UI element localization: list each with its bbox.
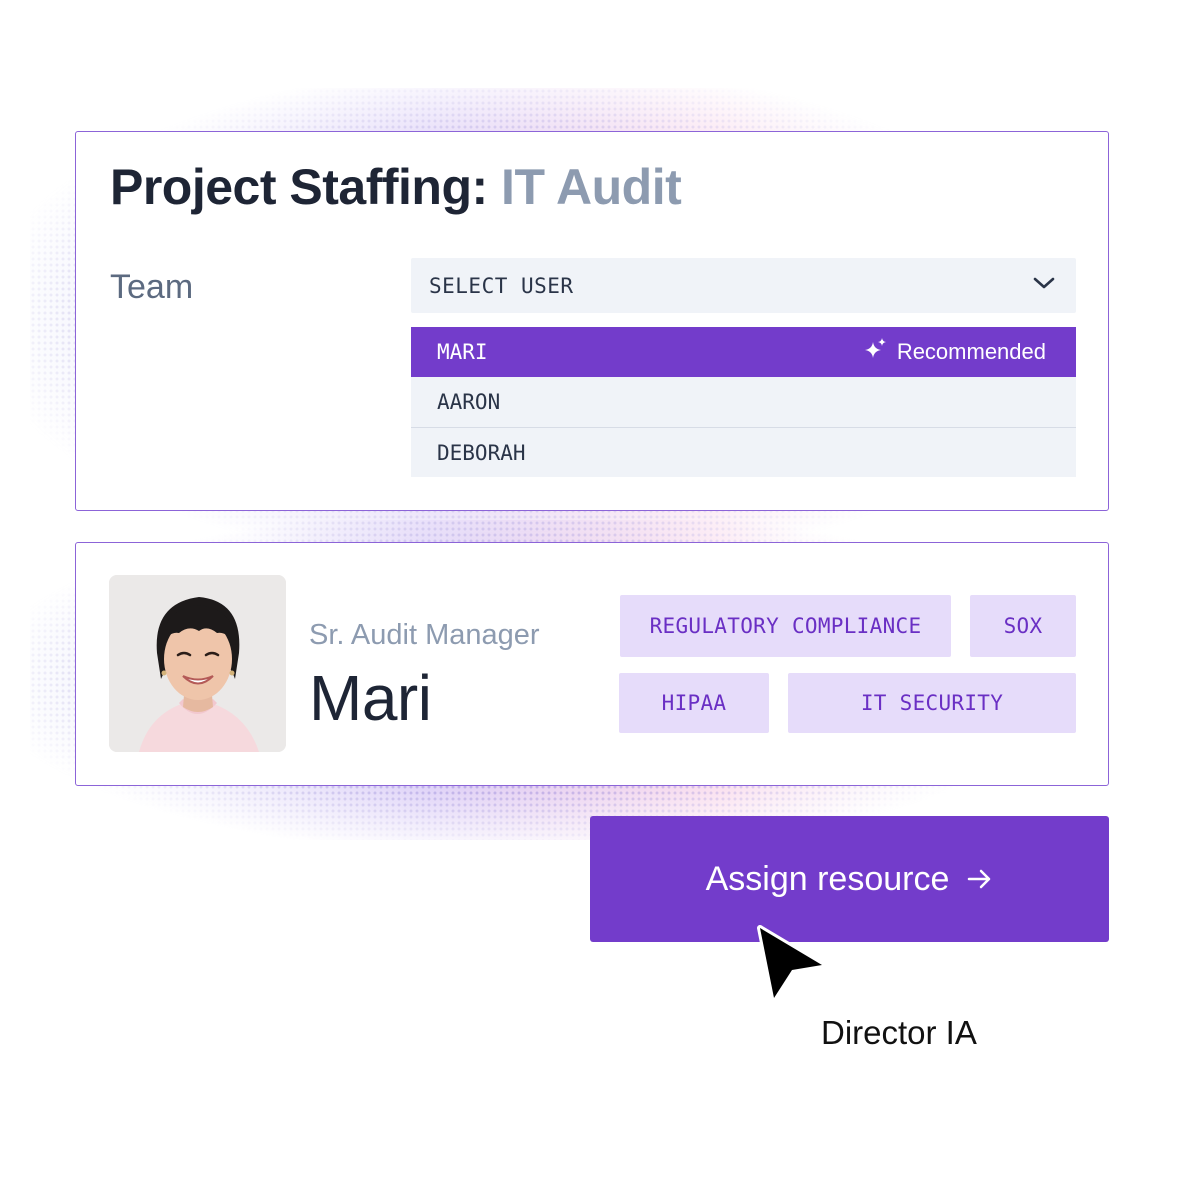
skill-tag: REGULATORY COMPLIANCE bbox=[620, 595, 951, 657]
user-name: Mari bbox=[309, 662, 432, 734]
recommended-label: Recommended bbox=[896, 339, 1046, 364]
skill-tag: SOX bbox=[970, 595, 1076, 657]
select-user-dropdown[interactable]: SELECT USER bbox=[411, 258, 1076, 313]
page-title: Project Staffing: IT Audit bbox=[110, 158, 682, 216]
project-staffing-card: Project Staffing: IT Audit Team SELECT U… bbox=[75, 131, 1109, 511]
option-label: DEBORAH bbox=[437, 440, 526, 465]
arrow-right-icon bbox=[967, 860, 993, 899]
user-options-list: MARI Recommended AARON DEBORAH bbox=[411, 327, 1076, 477]
user-role: Sr. Audit Manager bbox=[309, 619, 540, 651]
cursor-icon bbox=[752, 920, 832, 1006]
chevron-down-icon bbox=[1032, 275, 1056, 296]
avatar bbox=[109, 575, 286, 752]
assign-resource-label: Assign resource bbox=[705, 859, 950, 898]
team-label: Team bbox=[110, 268, 194, 306]
title-project: IT Audit bbox=[501, 159, 682, 215]
option-label: MARI bbox=[437, 340, 488, 364]
recommended-badge: Recommended bbox=[863, 336, 1046, 368]
option-label: AARON bbox=[437, 390, 501, 414]
select-user-placeholder: SELECT USER bbox=[429, 273, 574, 298]
skill-tag: IT SECURITY bbox=[788, 673, 1076, 733]
skill-tag: HIPAA bbox=[619, 673, 769, 733]
option-mari[interactable]: MARI Recommended bbox=[411, 327, 1076, 377]
title-main: Project Staffing: bbox=[110, 159, 488, 215]
cursor-user-label: Director IA bbox=[821, 1014, 977, 1051]
sparkle-icon bbox=[863, 336, 889, 368]
assign-resource-button[interactable]: Assign resource bbox=[590, 816, 1109, 942]
selected-user-profile-card: Sr. Audit Manager Mari REGULATORY COMPLI… bbox=[75, 542, 1109, 786]
option-deborah[interactable]: DEBORAH bbox=[411, 427, 1076, 477]
option-aaron[interactable]: AARON bbox=[411, 377, 1076, 427]
